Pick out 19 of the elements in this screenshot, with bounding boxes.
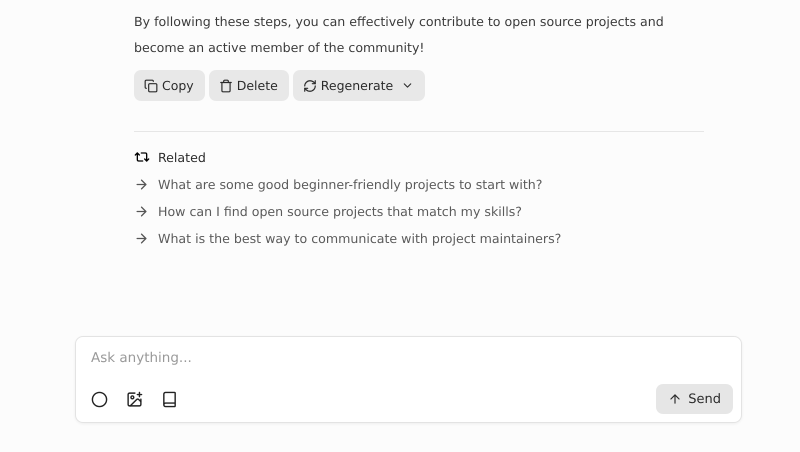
image-plus-icon[interactable] — [126, 390, 143, 408]
book-icon[interactable] — [161, 390, 178, 408]
refresh-icon — [302, 78, 317, 92]
arrow-right-icon — [134, 204, 149, 219]
circle-icon[interactable] — [91, 390, 108, 408]
regenerate-button[interactable]: Regenerate — [292, 70, 426, 101]
copy-icon — [144, 78, 158, 92]
ask-input-field[interactable]: Ask anything... — [91, 350, 491, 366]
copy-button[interactable]: Copy — [134, 70, 205, 101]
related-question-link[interactable]: How can I find open source projects that match my skills? — [134, 204, 704, 219]
answer-paragraph: By following these steps, you can effectively contribute to open source projects and become an active member of the community! — [134, 13, 665, 57]
arrow-right-icon — [134, 231, 149, 246]
related-title: Related — [158, 150, 206, 164]
trash-icon — [218, 78, 233, 92]
send-button[interactable]: Send — [656, 384, 733, 414]
delete-button[interactable]: Delete — [208, 70, 289, 101]
arrow-right-icon — [134, 177, 149, 192]
related-question-link[interactable]: What is the best way to communicate with project maintainers? — [134, 231, 704, 246]
related-question-link[interactable]: What are some good beginner-friendly projects to start with? — [134, 177, 704, 192]
